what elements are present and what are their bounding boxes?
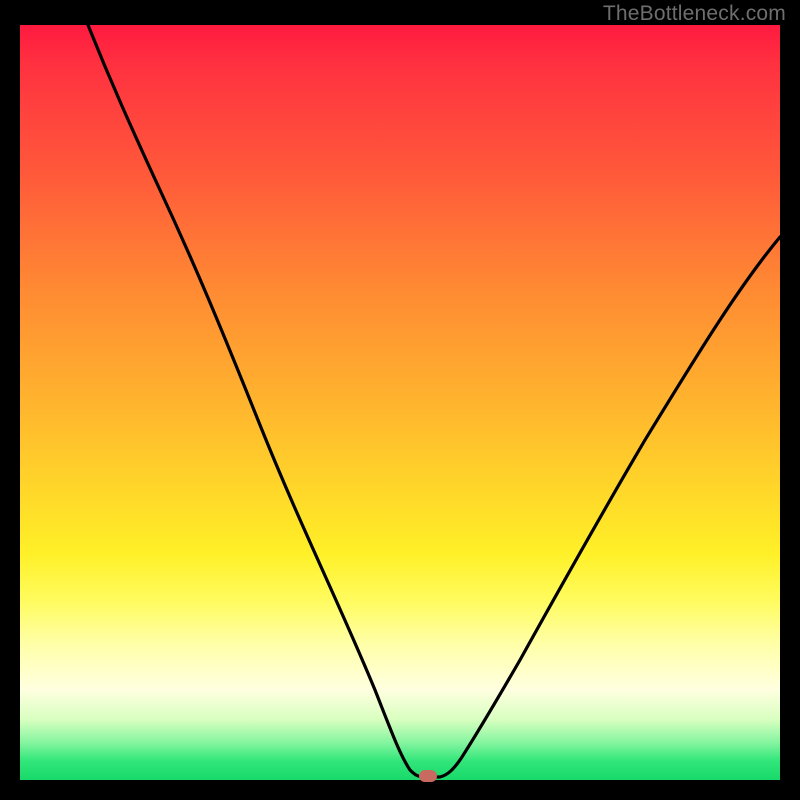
watermark-text: TheBottleneck.com bbox=[603, 2, 786, 26]
optimal-point-marker bbox=[419, 770, 437, 782]
chart-plot-area bbox=[20, 25, 780, 780]
bottleneck-curve-svg bbox=[20, 25, 780, 780]
bottleneck-curve-path bbox=[88, 25, 780, 777]
